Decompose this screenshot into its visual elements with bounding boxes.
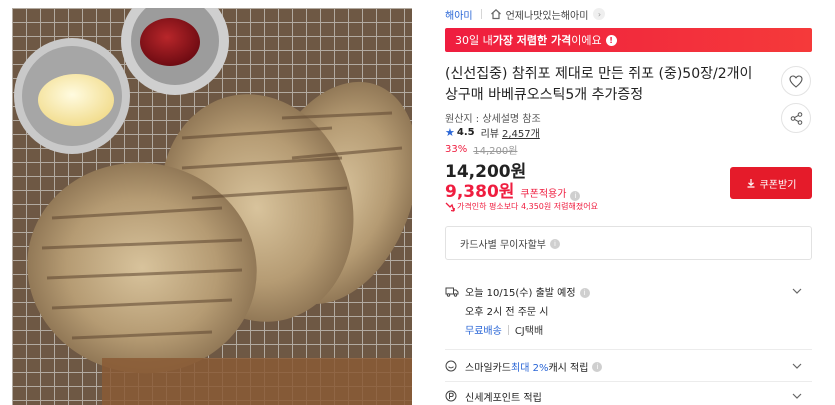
chevron-down-icon[interactable]	[792, 286, 802, 296]
review-count-link[interactable]: 2,457개	[502, 125, 540, 140]
shipping-section[interactable]: 오늘 10/15(수) 출발 예정 i 오후 2시 전 주문 시 무료배송 CJ…	[445, 274, 812, 344]
shipping-date: 오늘 10/15(수) 출발 예정	[465, 288, 576, 299]
heart-icon	[789, 74, 803, 88]
info-icon[interactable]: !	[605, 34, 617, 46]
divider	[445, 349, 812, 350]
coupon-price-label: 쿠폰적용가	[520, 189, 567, 200]
star-icon: ★	[445, 126, 455, 139]
divider	[507, 324, 509, 335]
card-installment-label: 카드사별 무이자할부	[460, 239, 546, 251]
store-name-link[interactable]: 해아미	[445, 7, 473, 22]
get-coupon-label: 쿠폰받기	[759, 179, 797, 191]
card-installment-box[interactable]: 카드사별 무이자할부 i	[445, 226, 812, 260]
original-price: 14,200원	[473, 146, 518, 157]
home-icon	[490, 8, 501, 20]
product-image	[12, 8, 412, 405]
rating-value: 4.5	[456, 127, 475, 138]
banner-highlight: 가장 저렴한 가격	[492, 34, 572, 47]
divider	[480, 9, 482, 19]
info-icon[interactable]: i	[579, 287, 590, 298]
shipping-meta: 무료배송 CJ택배	[465, 322, 543, 337]
review-label[interactable]: 리뷰	[481, 125, 499, 140]
shinsegae-point-row[interactable]: 신세계포인트 적립	[445, 384, 812, 405]
origin-text: 원산지 : 상세설명 참조	[445, 114, 541, 125]
smile-prefix: 스마일카드	[465, 362, 511, 374]
smile-card-row[interactable]: 스마일카드 최대 2% 캐시 적립 i	[445, 354, 812, 378]
order-cutoff: 오후 2시 전 주문 시	[465, 307, 549, 318]
banner-suffix: 이에요	[571, 34, 602, 47]
get-coupon-button[interactable]: 쿠폰받기	[730, 167, 812, 199]
discount-row: 33% 14,200원	[445, 142, 517, 157]
lowest-price-banner: 30일 내 가장 저렴한 가격 이에요 !	[445, 28, 812, 52]
smile-highlight: 최대 2%	[511, 362, 549, 374]
free-shipping-label: 무료배송	[465, 326, 502, 337]
info-icon[interactable]: i	[549, 239, 560, 249]
coupon-price-row: 9,380원 쿠폰적용가 i	[445, 177, 581, 202]
price-drop-text: 가격인하 평소보다 4,350원 저렴해졌어요	[457, 202, 598, 211]
download-icon	[747, 179, 755, 188]
smile-icon	[445, 360, 457, 372]
product-info-panel: 해아미 언제나맛있는해아미 › 30일 내 가장 저렴한 가격 이에요 ! (신…	[445, 0, 820, 405]
smile-suffix: 캐시 적립	[548, 362, 589, 374]
divider	[445, 381, 812, 382]
like-button[interactable]	[781, 66, 811, 96]
rating-row: ★ 4.5 리뷰 2,457개	[445, 125, 540, 140]
truck-icon	[445, 287, 459, 297]
discount-rate: 33%	[445, 144, 468, 155]
shipping-schedule: 오늘 10/15(수) 출발 예정 i	[445, 284, 590, 299]
product-title: (신선집중) 참쥐포 제대로 만든 쥐포 (중)50장/2개이상구매 바베큐오스…	[445, 66, 753, 103]
info-icon[interactable]: i	[592, 362, 603, 372]
shop-link[interactable]: 언제나맛있는해아미	[506, 7, 589, 22]
courier-name: CJ택배	[514, 326, 544, 337]
chevron-down-icon[interactable]	[792, 391, 802, 401]
share-button[interactable]	[781, 103, 811, 133]
banner-prefix: 30일 내	[455, 34, 493, 47]
share-icon	[790, 111, 802, 125]
price-drop-arrow-icon	[445, 202, 455, 212]
chevron-down-icon[interactable]	[792, 361, 802, 371]
info-icon[interactable]: i	[570, 191, 581, 201]
coupon-price: 9,380원	[445, 182, 515, 202]
chevron-right-icon[interactable]: ›	[593, 8, 606, 20]
point-icon	[445, 390, 457, 402]
price-drop-notice: 가격인하 평소보다 4,350원 저렴해졌어요	[445, 201, 598, 212]
shinsegae-point-label: 신세계포인트 적립	[465, 392, 542, 404]
store-row: 해아미 언제나맛있는해아미 ›	[445, 6, 606, 22]
